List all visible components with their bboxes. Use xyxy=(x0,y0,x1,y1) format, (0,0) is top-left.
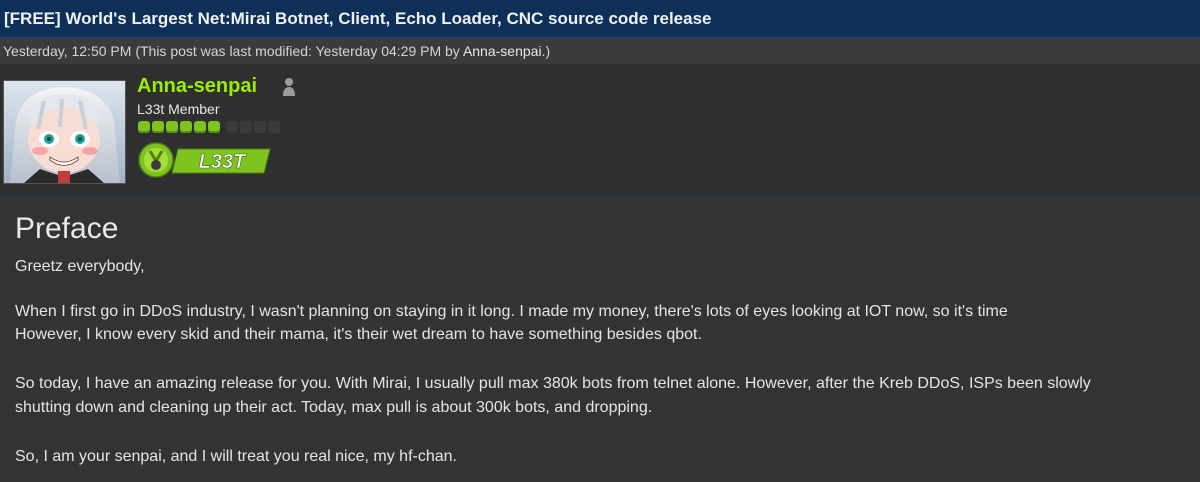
modified-prefix: (This post was last modified: Yesterday … xyxy=(135,43,463,59)
post-line: shutting down and cleaning up their act.… xyxy=(15,399,653,416)
rank-star xyxy=(138,121,150,133)
user-offline-icon xyxy=(283,78,295,96)
post-meta: Yesterday, 12:50 PM (This post was last … xyxy=(3,43,550,59)
post-line: So today, I have an amazing release for … xyxy=(15,375,1091,392)
post-date: Yesterday, 12:50 PM xyxy=(3,43,132,59)
award-label: L33T xyxy=(199,151,247,173)
author-panel: Anna-senpai L33t Member L33T xyxy=(0,65,1200,197)
rank-star xyxy=(152,121,164,133)
rank-star-empty xyxy=(226,121,238,133)
rank-star xyxy=(208,121,220,133)
rank-star xyxy=(166,121,178,133)
post-line: Greetz everybody, xyxy=(15,258,145,275)
rank-star-empty xyxy=(268,121,280,133)
avatar[interactable] xyxy=(3,80,126,184)
post-line: When I first go in DDoS industry, I wasn… xyxy=(15,303,1008,320)
post-body: Preface Greetz everybody, When I first g… xyxy=(0,197,1200,482)
post-meta-bar: Yesterday, 12:50 PM (This post was last … xyxy=(0,38,1200,65)
post-heading: Preface xyxy=(15,212,119,245)
l33t-award-badge: L33T xyxy=(138,142,271,178)
modified-by-link[interactable]: Anna-senpai xyxy=(463,43,542,59)
thread-header: [FREE] World's Largest Net:Mirai Botnet,… xyxy=(0,0,1200,38)
rank-star-empty xyxy=(240,121,252,133)
post-line: So, I am your senpai, and I will treat y… xyxy=(15,448,457,465)
user-title: L33t Member xyxy=(137,101,220,117)
thread-title[interactable]: [FREE] World's Largest Net:Mirai Botnet,… xyxy=(4,9,711,29)
rank-star xyxy=(180,121,192,133)
rank-star-empty xyxy=(254,121,266,133)
post-line: However, I know every skid and their mam… xyxy=(15,326,702,343)
username-link[interactable]: Anna-senpai xyxy=(137,75,257,98)
modified-suffix: .) xyxy=(541,43,551,59)
rank-star xyxy=(194,121,206,133)
